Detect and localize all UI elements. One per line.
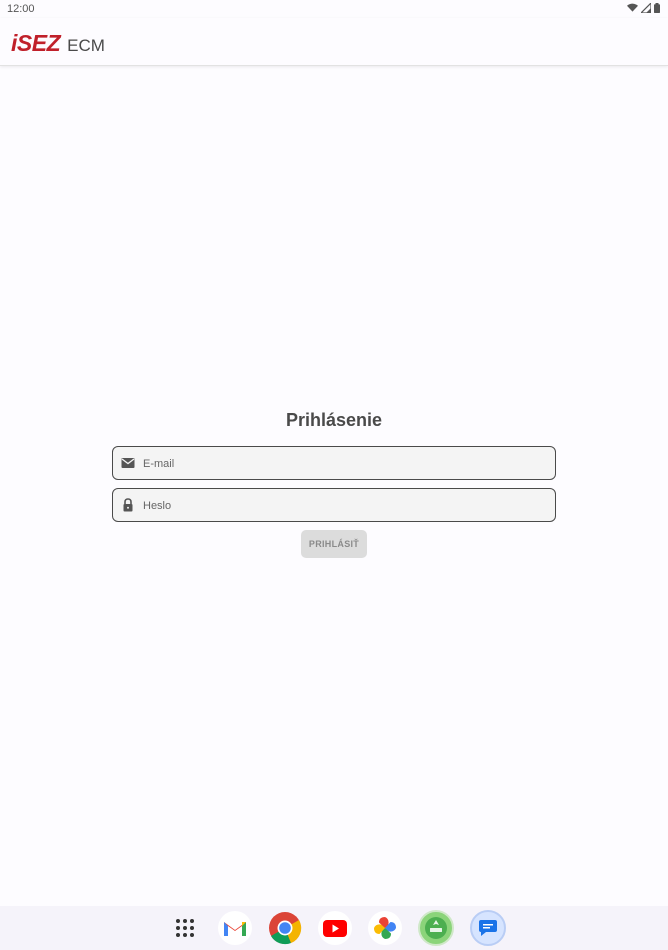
youtube-icon[interactable]: [318, 911, 352, 945]
login-title: Prihlásenie: [285, 410, 383, 430]
isez-app-icon[interactable]: [418, 910, 454, 946]
messages-icon[interactable]: [470, 910, 506, 946]
status-icons: [627, 3, 660, 13]
logo-mark: iSEZ: [11, 30, 61, 56]
wifi-icon: [627, 3, 638, 12]
email-field[interactable]: [112, 446, 556, 481]
photos-icon[interactable]: [368, 911, 402, 945]
signal-icon: [641, 3, 651, 13]
email-input[interactable]: [141, 447, 545, 481]
app-dock: [0, 906, 668, 950]
logo-suffix: ECM: [67, 36, 105, 55]
app-bar: iSEZ ECM: [0, 18, 668, 66]
status-time: 12:00: [7, 3, 35, 15]
login-button[interactable]: PRIHLÁSIŤ: [301, 530, 367, 558]
password-field[interactable]: [112, 488, 556, 523]
mail-icon: [121, 458, 135, 468]
password-input[interactable]: [141, 489, 545, 523]
app-logo: iSEZ ECM: [11, 30, 105, 57]
battery-icon: [654, 3, 660, 13]
lock-icon: [123, 498, 133, 512]
status-bar: 12:00: [0, 0, 668, 18]
app-drawer-icon[interactable]: [168, 911, 202, 945]
gmail-icon[interactable]: [218, 911, 252, 945]
login-form: Prihlásenie PRIHLÁSIŤ: [111, 410, 557, 558]
chrome-icon[interactable]: [268, 911, 302, 945]
